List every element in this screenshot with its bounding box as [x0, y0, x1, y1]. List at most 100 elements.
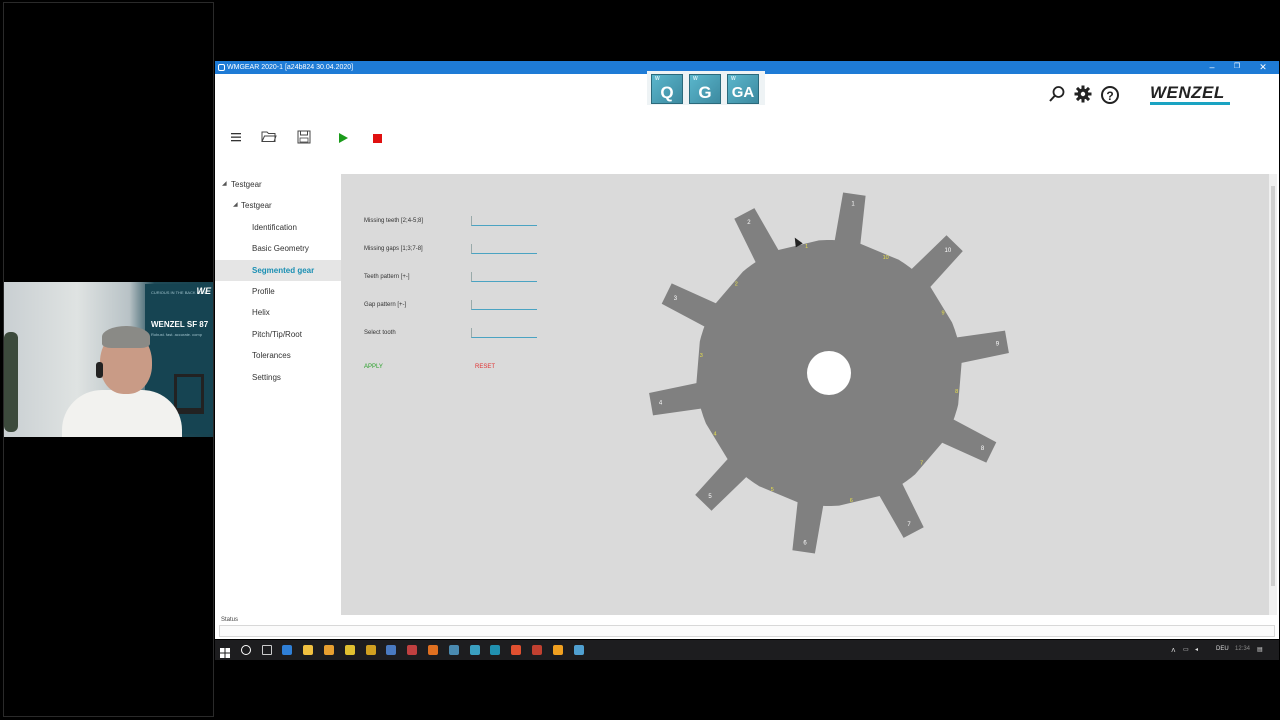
gap-label[interactable]: 6 [850, 498, 853, 504]
mode-q-label: Q [660, 83, 674, 102]
webcam-logo: WE [196, 286, 212, 296]
webcam-person-body [62, 390, 182, 437]
mode-ga-mini: W [731, 76, 736, 82]
gear-drawing[interactable]: 1110109988776655443322 [341, 174, 1269, 615]
gap-label[interactable]: 8 [955, 389, 958, 395]
gap-label[interactable]: 9 [941, 311, 944, 317]
collapse-arrow-icon[interactable]: ◢ [222, 174, 227, 195]
gap-label[interactable]: 2 [735, 281, 738, 287]
vertical-scrollbar[interactable] [1269, 174, 1277, 615]
webcam-headset [96, 362, 103, 378]
explorer-icon[interactable] [303, 645, 314, 655]
folder-open-icon[interactable] [259, 130, 279, 148]
navigation-tree: ◢ Testgear ◢ Testgear Identification Bas… [215, 174, 341, 388]
app-icon[interactable] [386, 645, 397, 655]
tree-item-profile[interactable]: Profile [215, 281, 341, 302]
windows-start-icon[interactable] [220, 645, 230, 658]
mode-g-label: G [698, 83, 712, 102]
close-button[interactable]: ✕ [1253, 61, 1273, 74]
app-icon[interactable] [448, 645, 459, 655]
tree-item-label: Settings [252, 372, 281, 382]
tree-item-label: Testgear [241, 201, 272, 211]
tree-item-label: Tolerances [252, 351, 291, 361]
mode-q-button[interactable]: W Q [651, 74, 683, 104]
stop-icon[interactable] [367, 130, 387, 148]
clock[interactable]: 12:34 [1235, 646, 1250, 652]
app-icon[interactable] [344, 645, 355, 655]
tray-network-icon[interactable]: ▭ [1183, 646, 1189, 653]
task-view-icon[interactable] [261, 645, 272, 655]
status-bar [219, 625, 1275, 637]
brand-logo: WENZEL [1150, 83, 1225, 102]
window-title: WMGEAR 2020-1 [a24b824 30.04.2020] [227, 64, 354, 71]
scrollbar-thumb[interactable] [1271, 186, 1275, 586]
search-icon[interactable] [240, 645, 251, 655]
taskbar: ˄ ▭ ◂ DEU 12:34 ▤ [215, 640, 1279, 660]
tree-item-label: Testgear [231, 180, 262, 189]
tree-item-tolerances[interactable]: Tolerances [215, 345, 341, 366]
collapse-arrow-icon[interactable]: ◢ [233, 195, 238, 216]
gap-label[interactable]: 5 [771, 487, 774, 493]
gear-icon[interactable] [1073, 85, 1093, 105]
app-icon[interactable] [552, 645, 563, 655]
app-icon[interactable] [532, 645, 542, 655]
help-icon[interactable]: ? [1101, 86, 1119, 104]
segmented-gear-panel: Missing teeth [2;4-5;8] Missing gaps [1;… [341, 174, 1269, 615]
app-icon [218, 64, 225, 71]
app-icon[interactable] [490, 645, 501, 655]
webcam-person-hair [102, 326, 150, 348]
mode-g-mini: W [693, 76, 698, 82]
tree-item-helix[interactable]: Helix [215, 302, 341, 323]
webcam-banner-title: WENZEL SF 87 [151, 320, 209, 329]
notification-icon[interactable]: ▤ [1257, 646, 1263, 653]
gap-label[interactable]: 7 [920, 461, 923, 467]
save-icon[interactable] [294, 130, 314, 148]
webcam-plant [4, 332, 18, 432]
folder-icon[interactable] [324, 645, 334, 655]
menu-icon[interactable] [226, 130, 246, 148]
gap-label[interactable]: 4 [713, 431, 716, 437]
gap-label[interactable]: 10 [883, 255, 889, 261]
tree-item-label: Helix [252, 308, 270, 318]
tree-item-testgear-root[interactable]: ◢ Testgear [215, 174, 341, 195]
webcam-video: CURIOUS IN THE BACK LOOK WENZEL SF 87 Ro… [4, 282, 213, 437]
tree-item-identification[interactable]: Identification [215, 217, 341, 238]
mode-g-button[interactable]: W G [689, 74, 721, 104]
tree-item-label: Pitch/Tip/Root [252, 329, 302, 339]
search-icon[interactable] [1047, 85, 1067, 105]
tree-item-label: Segmented gear [252, 265, 315, 275]
tray-chevron-icon[interactable]: ˄ [1171, 646, 1176, 655]
webcam-banner-sub: Robust. fast. accurate. comp [151, 332, 202, 337]
tree-item-label: Basic Geometry [252, 244, 309, 254]
tray-volume-icon[interactable]: ◂ [1195, 646, 1198, 653]
tree-item-settings[interactable]: Settings [215, 367, 341, 388]
app-icon[interactable] [407, 645, 418, 655]
app-icon[interactable] [511, 645, 522, 655]
gear-bore [807, 351, 851, 395]
minimize-button[interactable]: – [1202, 61, 1222, 74]
gap-label[interactable]: 1 [805, 244, 808, 250]
play-icon[interactable] [333, 130, 353, 148]
brand-underline [1150, 102, 1230, 105]
app-icon[interactable] [428, 645, 438, 655]
app-window: WMGEAR 2020-1 [a24b824 30.04.2020] – ❐ ✕… [215, 61, 1279, 639]
app-icon[interactable] [365, 645, 376, 655]
status-label: Status [221, 617, 239, 623]
tree-item-segmented-gear[interactable]: Segmented gear [215, 259, 341, 281]
language-indicator[interactable]: DEU [1216, 646, 1229, 652]
tooth-label[interactable]: 10 [945, 248, 952, 254]
app-icon[interactable] [469, 645, 480, 655]
edge-icon[interactable] [282, 645, 293, 655]
mode-ga-label: GA [731, 84, 755, 101]
tree-item-pitch-tip-root[interactable]: Pitch/Tip/Root [215, 324, 341, 345]
restore-button[interactable]: ❐ [1227, 61, 1247, 74]
tree-item-basic-geometry[interactable]: Basic Geometry [215, 238, 341, 259]
mode-q-mini: W [655, 76, 660, 82]
gap-label[interactable]: 3 [700, 353, 703, 359]
screen: CURIOUS IN THE BACK LOOK WENZEL SF 87 Ro… [0, 0, 1280, 720]
tree-item-label: Identification [252, 222, 297, 232]
mode-switcher: W Q W G W GA [647, 71, 765, 105]
mode-ga-button[interactable]: W GA [727, 74, 759, 104]
app-icon[interactable] [573, 645, 584, 655]
tree-item-testgear[interactable]: ◢ Testgear [215, 195, 341, 216]
